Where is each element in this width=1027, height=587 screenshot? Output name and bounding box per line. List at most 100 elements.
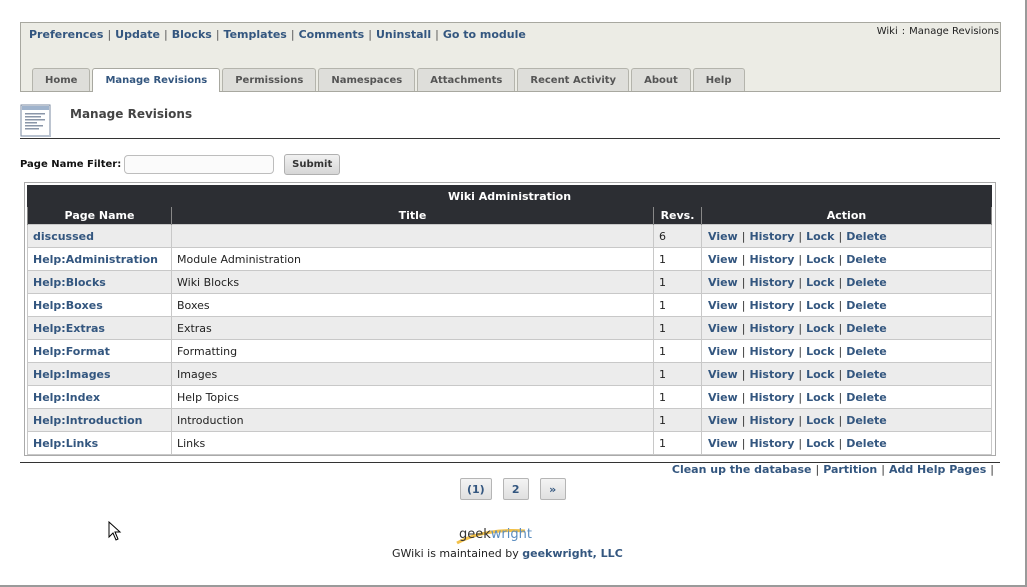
lock-link[interactable]: Lock xyxy=(806,230,834,243)
document-icon xyxy=(20,104,51,137)
lock-link[interactable]: Lock xyxy=(806,276,834,289)
delete-link[interactable]: Delete xyxy=(846,345,887,358)
delete-link[interactable]: Delete xyxy=(846,414,887,427)
view-link[interactable]: View xyxy=(708,322,738,335)
clean-up-the-database-link[interactable]: Clean up the database xyxy=(672,463,812,476)
row-actions: View | History | Lock | Delete xyxy=(701,224,992,248)
page-name-link[interactable]: Help:Links xyxy=(27,431,172,455)
page-button-1[interactable]: (1) xyxy=(460,478,492,500)
view-link[interactable]: View xyxy=(708,253,738,266)
tab-namespaces[interactable]: Namespaces xyxy=(318,68,416,91)
admin-link-preferences[interactable]: Preferences xyxy=(29,28,103,41)
view-link[interactable]: View xyxy=(708,368,738,381)
delete-link[interactable]: Delete xyxy=(846,368,887,381)
action-separator: | xyxy=(798,275,803,289)
delete-link[interactable]: Delete xyxy=(846,253,887,266)
admin-link-go-to-module[interactable]: Go to module xyxy=(443,28,526,41)
next-page-button[interactable]: » xyxy=(539,478,566,500)
breadcrumb-separator: : xyxy=(901,26,906,37)
delete-link[interactable]: Delete xyxy=(846,276,887,289)
action-separator: | xyxy=(798,252,803,266)
breadcrumb-page: Manage Revisions xyxy=(909,26,999,37)
delete-link[interactable]: Delete xyxy=(846,230,887,243)
row-actions: View | History | Lock | Delete xyxy=(701,316,992,340)
page-name-link[interactable]: Help:Boxes xyxy=(27,293,172,317)
lock-link[interactable]: Lock xyxy=(806,299,834,312)
action-separator: | xyxy=(741,252,746,266)
row-actions: View | History | Lock | Delete xyxy=(701,431,992,455)
partition-link[interactable]: Partition xyxy=(823,463,877,476)
page-name-link[interactable]: Help:Blocks xyxy=(27,270,172,294)
column-header-title: Title xyxy=(171,206,654,225)
table-row: Help:Extras Extras 1 View | History | Lock | Dele… xyxy=(27,316,992,340)
tab-home[interactable]: Home xyxy=(32,68,91,91)
admin-link-templates[interactable]: Templates xyxy=(224,28,287,41)
admin-link-update[interactable]: Update xyxy=(115,28,160,41)
history-link[interactable]: History xyxy=(749,276,794,289)
history-link[interactable]: History xyxy=(749,299,794,312)
revision-count: 1 xyxy=(653,362,702,386)
submit-button[interactable]: Submit xyxy=(284,153,341,175)
row-actions: View | History | Lock | Delete xyxy=(701,362,992,386)
history-link[interactable]: History xyxy=(749,437,794,450)
tab-permissions[interactable]: Permissions xyxy=(222,68,317,91)
view-link[interactable]: View xyxy=(708,437,738,450)
lock-link[interactable]: Lock xyxy=(806,437,834,450)
tab-about[interactable]: About xyxy=(631,68,691,91)
pagination: (1) 2 » xyxy=(460,478,566,500)
page-name-link[interactable]: Help:Index xyxy=(27,385,172,409)
view-link[interactable]: View xyxy=(708,230,738,243)
add-help-pages-link[interactable]: Add Help Pages xyxy=(889,463,986,476)
lock-link[interactable]: Lock xyxy=(806,414,834,427)
page-name-link[interactable]: Help:Extras xyxy=(27,316,172,340)
history-link[interactable]: History xyxy=(749,391,794,404)
tab-help[interactable]: Help xyxy=(692,68,745,91)
tab-manage-revisions[interactable]: Manage Revisions xyxy=(92,68,221,92)
delete-link[interactable]: Delete xyxy=(846,299,887,312)
page-name-link[interactable]: discussed xyxy=(27,224,172,248)
page-name-link[interactable]: Help:Administration xyxy=(27,247,172,271)
page-title-cell: Extras xyxy=(171,316,654,340)
tab-recent-activity[interactable]: Recent Activity xyxy=(517,68,630,91)
history-link[interactable]: History xyxy=(749,230,794,243)
delete-link[interactable]: Delete xyxy=(846,322,887,335)
view-link[interactable]: View xyxy=(708,299,738,312)
view-link[interactable]: View xyxy=(708,414,738,427)
history-link[interactable]: History xyxy=(749,322,794,335)
geekwright-link[interactable]: geekwright, LLC xyxy=(522,547,623,560)
delete-link[interactable]: Delete xyxy=(846,437,887,450)
action-separator: | xyxy=(741,367,746,381)
geekwright-logo: geekwright xyxy=(459,527,532,542)
table-row: Help:Introduction Introduction 1 View | Histo… xyxy=(27,408,992,432)
page-title-cell: Images xyxy=(171,362,654,386)
delete-link[interactable]: Delete xyxy=(846,391,887,404)
lock-link[interactable]: Lock xyxy=(806,345,834,358)
history-link[interactable]: History xyxy=(749,414,794,427)
history-link[interactable]: History xyxy=(749,253,794,266)
lock-link[interactable]: Lock xyxy=(806,368,834,381)
lock-link[interactable]: Lock xyxy=(806,253,834,266)
page-button-2[interactable]: 2 xyxy=(502,478,529,500)
admin-link-uninstall[interactable]: Uninstall xyxy=(376,28,431,41)
maintained-by: GWiki is maintained by geekwright, LLC xyxy=(392,547,623,560)
lock-link[interactable]: Lock xyxy=(806,391,834,404)
page-name-filter-input[interactable] xyxy=(124,154,275,174)
tab-attachments[interactable]: Attachments xyxy=(417,68,516,91)
view-link[interactable]: View xyxy=(708,345,738,358)
view-link[interactable]: View xyxy=(708,276,738,289)
page-title-cell: Boxes xyxy=(171,293,654,317)
link-separator: | xyxy=(368,28,372,41)
history-link[interactable]: History xyxy=(749,345,794,358)
lock-link[interactable]: Lock xyxy=(806,322,834,335)
link-separator: | xyxy=(815,463,820,476)
view-link[interactable]: View xyxy=(708,391,738,404)
mouse-pointer-icon xyxy=(108,521,122,541)
page-name-link[interactable]: Help:Introduction xyxy=(27,408,172,432)
action-separator: | xyxy=(798,436,803,450)
page-name-link[interactable]: Help:Images xyxy=(27,362,172,386)
page-name-link[interactable]: Help:Format xyxy=(27,339,172,363)
history-link[interactable]: History xyxy=(749,368,794,381)
admin-link-blocks[interactable]: Blocks xyxy=(172,28,212,41)
revision-count: 1 xyxy=(653,247,702,271)
admin-link-comments[interactable]: Comments xyxy=(299,28,365,41)
